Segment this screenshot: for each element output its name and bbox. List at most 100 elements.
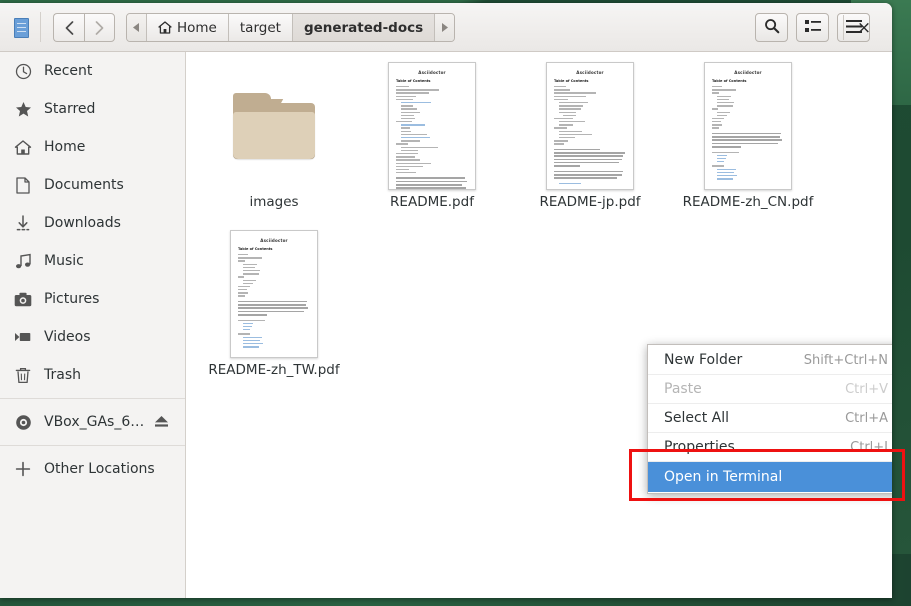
file-item-readme-pdf[interactable]: Asciidoctor Table of Contents README.pdf bbox=[353, 58, 511, 226]
menu-label: Select All bbox=[664, 410, 729, 426]
file-manager-window: Home target generated-docs × Recent Star… bbox=[0, 3, 892, 598]
document-icon bbox=[14, 176, 32, 194]
search-button[interactable] bbox=[755, 13, 788, 42]
file-label: README-jp.pdf bbox=[539, 194, 641, 210]
sidebar-divider-other bbox=[0, 445, 185, 446]
sidebar-label-starred: Starred bbox=[44, 101, 96, 117]
menu-item-paste: Paste Ctrl+V bbox=[648, 375, 892, 404]
sidebar-item-downloads[interactable]: Downloads bbox=[0, 204, 185, 242]
pdf-doc-toc: Table of Contents bbox=[238, 247, 273, 251]
breadcrumb-next-button[interactable] bbox=[435, 14, 455, 41]
menu-label: Properties bbox=[664, 439, 735, 455]
close-icon: × bbox=[856, 17, 872, 38]
breadcrumb-prev-button[interactable] bbox=[127, 14, 147, 41]
clock-icon bbox=[14, 62, 32, 80]
menu-item-new-folder[interactable]: New Folder Shift+Ctrl+N bbox=[648, 346, 892, 375]
file-item-images[interactable]: images bbox=[195, 58, 353, 226]
sidebar-item-videos[interactable]: Videos bbox=[0, 318, 185, 356]
sidebar-label-videos: Videos bbox=[44, 329, 91, 345]
pdf-doc-title: Asciidoctor bbox=[260, 238, 288, 243]
home-icon bbox=[14, 138, 32, 156]
view-options-button[interactable] bbox=[796, 13, 829, 42]
back-button[interactable] bbox=[53, 13, 84, 42]
header-separator bbox=[40, 12, 41, 42]
menu-label: Paste bbox=[664, 381, 702, 397]
sidebar-item-other-locations[interactable]: Other Locations bbox=[0, 450, 185, 488]
menu-item-select-all[interactable]: Select All Ctrl+A bbox=[648, 404, 892, 433]
breadcrumb-label-generated-docs: generated-docs bbox=[303, 19, 424, 36]
pdf-preview-icon: Asciidoctor Table of Contents bbox=[230, 230, 318, 358]
pdf-doc-title: Asciidoctor bbox=[418, 70, 446, 75]
sidebar: Recent Starred Home Documents Downloads bbox=[0, 52, 186, 598]
forward-button[interactable] bbox=[84, 13, 115, 42]
sidebar-label-downloads: Downloads bbox=[44, 215, 121, 231]
menu-item-open-in-terminal[interactable]: Open in Terminal bbox=[648, 462, 892, 492]
sidebar-item-trash[interactable]: Trash bbox=[0, 356, 185, 394]
menu-accelerator: Shift+Ctrl+N bbox=[803, 352, 888, 368]
disc-icon bbox=[14, 413, 32, 431]
sidebar-label-recent: Recent bbox=[44, 63, 93, 79]
sidebar-item-documents[interactable]: Documents bbox=[0, 166, 185, 204]
breadcrumb-label-home: Home bbox=[177, 19, 217, 36]
sidebar-label-pictures: Pictures bbox=[44, 291, 100, 307]
navigation-buttons bbox=[53, 13, 115, 42]
video-icon bbox=[14, 328, 32, 346]
sidebar-item-vbox-gas[interactable]: VBox_GAs_6… bbox=[0, 403, 185, 441]
breadcrumb-item-generated-docs[interactable]: generated-docs bbox=[292, 14, 436, 41]
file-label: images bbox=[249, 194, 299, 210]
sidebar-label-other-locations: Other Locations bbox=[44, 461, 155, 477]
breadcrumb-label-target: target bbox=[239, 19, 281, 36]
menu-label: Open in Terminal bbox=[664, 469, 783, 485]
breadcrumb-item-target[interactable]: target bbox=[228, 14, 293, 41]
file-label: README-zh_CN.pdf bbox=[682, 194, 814, 210]
folder-thumbnail bbox=[233, 58, 315, 194]
pdf-doc-toc: Table of Contents bbox=[396, 79, 431, 83]
breadcrumb: Home target generated-docs bbox=[126, 13, 456, 42]
sidebar-label-home: Home bbox=[44, 139, 86, 155]
sidebar-label-music: Music bbox=[44, 253, 84, 269]
eject-icon[interactable] bbox=[154, 415, 169, 432]
menu-label: New Folder bbox=[664, 352, 743, 368]
file-item-readme-zh-tw-pdf[interactable]: Asciidoctor Table of Contents README-zh_… bbox=[195, 226, 353, 394]
folder-icon bbox=[233, 93, 315, 159]
menu-item-properties[interactable]: Properties Ctrl+I bbox=[648, 433, 892, 462]
sidebar-label-documents: Documents bbox=[44, 177, 124, 193]
pdf-doc-toc: Table of Contents bbox=[712, 79, 747, 83]
music-icon bbox=[14, 252, 32, 270]
sidebar-item-starred[interactable]: Starred bbox=[0, 90, 185, 128]
pdf-doc-toc: Table of Contents bbox=[554, 79, 589, 83]
sidebar-item-home[interactable]: Home bbox=[0, 128, 185, 166]
sidebar-label-trash: Trash bbox=[44, 367, 81, 383]
sidebar-item-music[interactable]: Music bbox=[0, 242, 185, 280]
pdf-thumbnail: Asciidoctor Table of Contents bbox=[546, 58, 634, 194]
header-right-separator bbox=[843, 15, 844, 40]
file-label: README-zh_TW.pdf bbox=[208, 362, 340, 378]
file-list-area[interactable]: images Asciidoctor Table of Contents REA… bbox=[187, 52, 892, 598]
sidebar-item-recent[interactable]: Recent bbox=[0, 52, 185, 90]
pdf-preview-icon: Asciidoctor Table of Contents bbox=[546, 62, 634, 190]
menu-accelerator: Ctrl+A bbox=[845, 410, 888, 426]
file-item-readme-jp-pdf[interactable]: Asciidoctor Table of Contents README-jp.… bbox=[511, 58, 669, 226]
sidebar-label-vbox-gas: VBox_GAs_6… bbox=[44, 414, 145, 430]
close-window-button[interactable]: × bbox=[850, 13, 878, 42]
header-bar: Home target generated-docs × bbox=[0, 3, 892, 52]
star-icon bbox=[14, 100, 32, 118]
home-icon bbox=[158, 21, 172, 34]
pdf-thumbnail: Asciidoctor Table of Contents bbox=[230, 226, 318, 362]
file-label: README.pdf bbox=[390, 194, 474, 210]
file-item-readme-zh-cn-pdf[interactable]: Asciidoctor Table of Contents README-zh_… bbox=[669, 58, 827, 226]
trash-icon bbox=[14, 366, 32, 384]
pdf-preview-icon: Asciidoctor Table of Contents bbox=[388, 62, 476, 190]
sidebar-item-pictures[interactable]: Pictures bbox=[0, 280, 185, 318]
camera-icon bbox=[14, 290, 32, 308]
plus-icon bbox=[14, 460, 32, 478]
menu-accelerator: Ctrl+I bbox=[850, 439, 888, 455]
breadcrumb-item-home[interactable]: Home bbox=[147, 14, 229, 41]
list-view-icon bbox=[804, 18, 821, 37]
file-manager-icon bbox=[14, 18, 29, 38]
download-icon bbox=[14, 214, 32, 232]
pdf-thumbnail: Asciidoctor Table of Contents bbox=[704, 58, 792, 194]
pdf-thumbnail: Asciidoctor Table of Contents bbox=[388, 58, 476, 194]
search-icon bbox=[764, 18, 780, 38]
menu-accelerator: Ctrl+V bbox=[845, 381, 888, 397]
